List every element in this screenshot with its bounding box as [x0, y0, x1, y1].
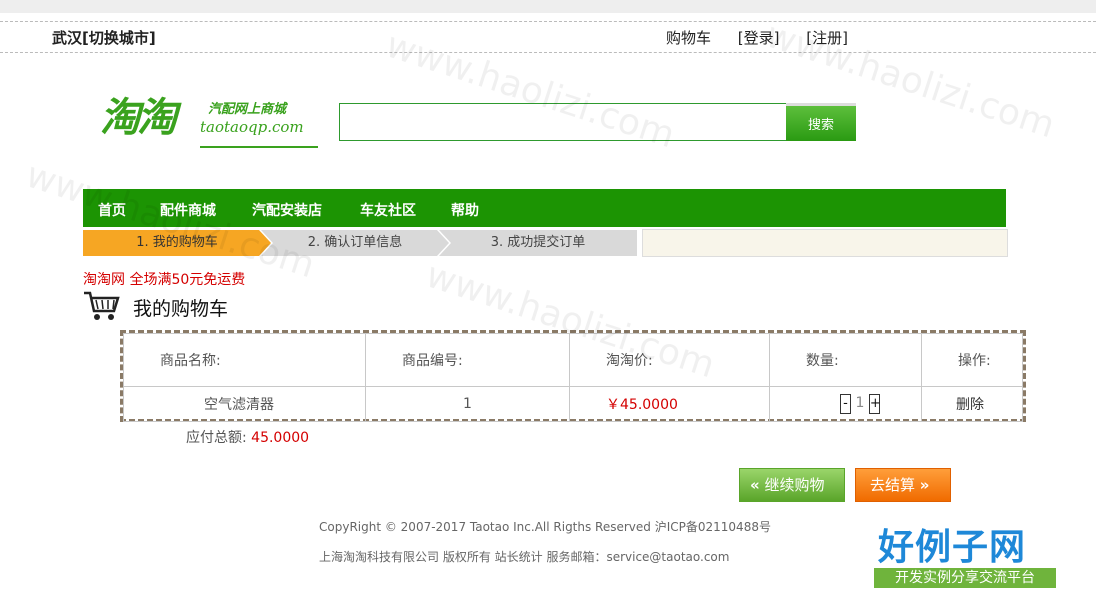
logo-underline	[200, 146, 318, 148]
logo-domain: taotaoqp.com	[200, 118, 304, 136]
nav-item-home[interactable]: 首页	[98, 200, 126, 220]
checkout-label: 去结算	[870, 476, 916, 494]
table-row: 空气滤清器 1 ￥45.0000 - 1 + 删除	[123, 386, 1023, 422]
qty-value[interactable]: 1	[855, 395, 864, 411]
promo-text: 淘淘网 全场满50元免运费	[83, 272, 246, 288]
item-id: 1	[365, 386, 570, 422]
qty-minus-button[interactable]: -	[840, 394, 851, 414]
col-header-id: 商品编号:	[365, 333, 570, 387]
main-nav: 首页 配件商城 汽配安装店 车友社区 帮助	[83, 189, 1006, 227]
cart-table: 商品名称: 商品编号: 淘淘价: 数量: 操作: 空气滤清器 1 ￥45.000…	[120, 330, 1026, 422]
top-strip	[0, 0, 1096, 13]
brand-watermark: 好例子网 开发实例分享交流平台	[870, 518, 1060, 592]
shopping-cart-icon	[84, 291, 120, 320]
nav-item-help[interactable]: 帮助	[451, 200, 479, 220]
footer-copyright: CopyRight © 2007-2017 Taotao Inc.All Rig…	[319, 520, 771, 534]
footer-company: 上海淘淘科技有限公司 版权所有 站长统计 服务邮箱：service@taotao…	[319, 550, 730, 564]
checkout-button[interactable]: 去结算 »	[855, 468, 951, 502]
search-input[interactable]	[339, 103, 797, 141]
brand-slogan: 开发实例分享交流平台	[874, 568, 1056, 588]
checkout-steps: 3. 成功提交订单 2. 确认订单信息 1. 我的购物车	[83, 229, 1008, 257]
logo-slogan: 汽配网上商城	[208, 102, 287, 117]
nav-item-install-shop[interactable]: 汽配安装店	[252, 200, 322, 220]
double-chevron-left-icon: «	[750, 476, 760, 494]
nav-item-community[interactable]: 车友社区	[360, 200, 416, 220]
register-link[interactable]: [注册]	[806, 29, 848, 47]
order-total: 应付总额: 45.0000	[186, 427, 309, 447]
double-chevron-right-icon: »	[919, 476, 930, 494]
cart-link[interactable]: 购物车	[666, 29, 711, 47]
step-submit-order: 3. 成功提交订单	[439, 230, 637, 256]
col-header-name: 商品名称:	[123, 333, 366, 387]
logo-main-text: 淘淘	[100, 94, 177, 141]
brand-name: 好例子网	[878, 527, 1027, 568]
total-label: 应付总额:	[186, 430, 247, 446]
delete-link[interactable]: 删除	[921, 386, 1023, 422]
item-name: 空气滤清器	[123, 386, 366, 422]
continue-shopping-label: 继续购物	[764, 476, 825, 494]
continue-shopping-button[interactable]: « 继续购物	[739, 468, 845, 502]
switch-city-link[interactable]: 武汉[切换城市]	[52, 27, 156, 48]
item-price: ￥45.0000	[569, 386, 770, 422]
nav-item-parts-mall[interactable]: 配件商城	[160, 200, 216, 220]
col-header-action: 操作:	[921, 333, 1023, 387]
col-header-qty: 数量:	[769, 333, 922, 387]
top-bar: 武汉[切换城市] 购物车 [登录] [注册]	[0, 21, 1096, 53]
step-my-cart: 1. 我的购物车	[83, 230, 271, 256]
site-logo[interactable]: 淘淘 汽配网上商城 taotaoqp.com	[100, 90, 330, 152]
qty-plus-button[interactable]: +	[868, 394, 881, 414]
total-amount: 45.0000	[251, 430, 310, 446]
login-link[interactable]: [登录]	[738, 29, 780, 47]
steps-filler	[642, 229, 1008, 257]
quantity-stepper: - 1 +	[769, 386, 922, 422]
search-button[interactable]: 搜索	[786, 103, 856, 141]
step-confirm-order: 2. 确认订单信息	[261, 230, 449, 256]
table-header-row: 商品名称: 商品编号: 淘淘价: 数量: 操作:	[123, 333, 1023, 387]
col-header-price: 淘淘价:	[569, 333, 770, 387]
top-links: 购物车 [登录] [注册]	[666, 27, 870, 48]
cart-title: 我的购物车	[133, 298, 229, 320]
